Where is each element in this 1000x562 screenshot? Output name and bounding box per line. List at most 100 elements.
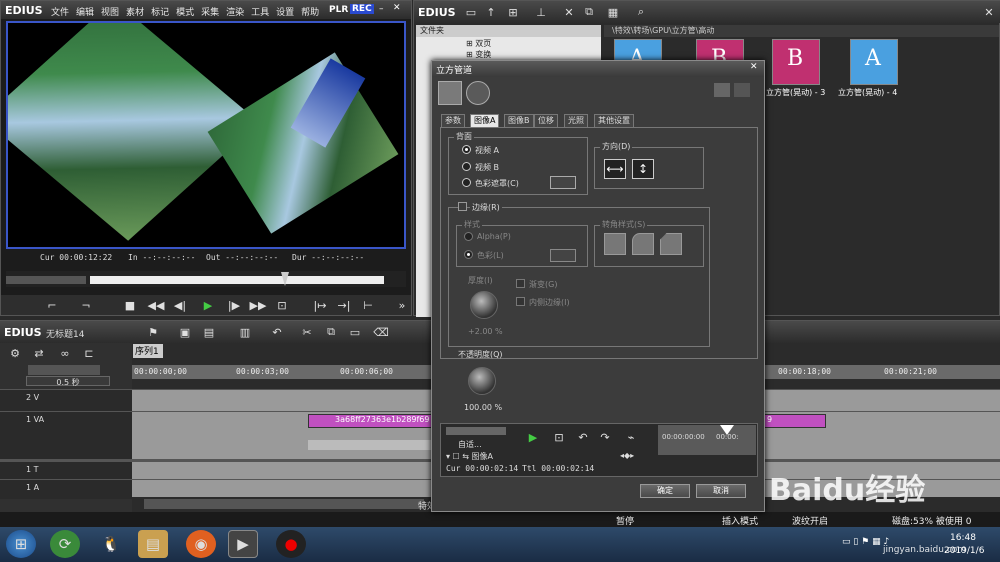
insert-icon[interactable]: |↦ [311, 297, 329, 313]
set-in-icon[interactable]: ⌐ [43, 297, 61, 313]
border-checkbox-label[interactable]: 边缘(R) [470, 202, 502, 213]
add-clip-icon[interactable]: ⊞ [504, 4, 522, 20]
save-icon[interactable]: ▥ [236, 324, 254, 340]
opacity-value[interactable]: 100.00 % [464, 403, 502, 412]
thickness-knob[interactable] [470, 291, 498, 319]
radio-video-a-label[interactable]: 视频 A [475, 145, 499, 156]
mode-icon[interactable]: ⚑ [144, 324, 162, 340]
fast-forward-icon[interactable]: ▶▶ [249, 297, 267, 313]
radio-alpha-label[interactable]: Alpha(P) [477, 232, 511, 241]
radio-color-matte-label[interactable]: 色彩遮罩(C) [475, 178, 519, 189]
zoom-slider[interactable] [28, 365, 100, 375]
rewind-icon[interactable]: ◀◀ [147, 297, 165, 313]
track-settings-icon[interactable]: ⚙ [6, 345, 24, 361]
tree-item[interactable]: ⊞ 变换 [466, 49, 491, 60]
kf-loop-icon[interactable]: ⊡ [550, 429, 568, 445]
firefox-icon[interactable]: ◉ [186, 530, 216, 558]
auto-select[interactable]: 自适... [458, 439, 482, 450]
step-forward-icon[interactable]: |▶ [225, 297, 243, 313]
timeline-scrollbar[interactable] [144, 499, 424, 509]
folder-icon[interactable]: ▭ [462, 4, 480, 20]
paste-icon[interactable]: ▭ [346, 324, 364, 340]
bevel-round-icon[interactable] [632, 233, 654, 255]
link-icon[interactable]: ∞ [56, 345, 74, 361]
status-ripple[interactable]: 波纹开启 [792, 514, 828, 527]
edius-task-icon[interactable]: ▶ [228, 530, 258, 558]
video-clip-tail[interactable]: 9 [764, 414, 826, 428]
image-a-track[interactable]: ▾ ☐ ⇆ 图像A [446, 451, 493, 462]
explorer-icon[interactable]: ▤ [138, 530, 168, 558]
record-icon[interactable]: ● [276, 530, 306, 558]
overwrite-icon[interactable]: →| [335, 297, 353, 313]
track-1t[interactable]: 1 T [0, 459, 132, 479]
thickness-value[interactable]: +2.00 % [468, 327, 503, 336]
browser-icon[interactable]: ⟳ [50, 530, 80, 558]
border-checkbox[interactable] [458, 202, 467, 211]
radio-video-b-label[interactable]: 视频 B [475, 162, 499, 173]
kf-graph-icon[interactable]: ⌁ [622, 429, 640, 445]
tab-lighting[interactable]: 光照 [564, 114, 588, 127]
shuttle-slider[interactable] [6, 276, 86, 284]
tab-image-b[interactable]: 图像B [504, 114, 534, 127]
copy-icon[interactable]: ⧉ [322, 324, 340, 340]
audio-clip[interactable] [308, 440, 432, 450]
minimize-icon[interactable]: – [379, 4, 384, 14]
rec-button[interactable]: REC [350, 4, 374, 14]
clock-time[interactable]: 16:48 [950, 533, 976, 543]
delete-clip-icon[interactable]: ⌫ [372, 324, 390, 340]
undo-icon[interactable]: ↶ [268, 324, 286, 340]
view-icon[interactable]: ▦ [604, 4, 622, 20]
sequence-tab[interactable]: 序列1 [133, 344, 163, 358]
tree-item[interactable]: ⊞ 双页 [466, 38, 491, 49]
dialog-close-icon[interactable]: ✕ [750, 62, 758, 72]
step-back-icon[interactable]: ◀| [171, 297, 189, 313]
paint-tool-icon[interactable] [438, 81, 462, 105]
reset-icon[interactable] [714, 83, 730, 97]
kf-ruler[interactable]: 00:00:00:00 00:00: [658, 425, 756, 455]
radio-color-matte[interactable] [462, 178, 471, 187]
gradient-checkbox-label[interactable]: 渐变(G) [529, 279, 557, 290]
tab-other[interactable]: 其他设置 [594, 114, 634, 127]
zoom-select[interactable]: 0.5 秒 [26, 376, 110, 387]
thumb-4[interactable]: A [850, 39, 898, 85]
loop-icon[interactable]: ⊡ [273, 297, 291, 313]
menu-tools[interactable]: 工具 [251, 5, 269, 18]
thumb-3[interactable]: B [772, 39, 820, 85]
kf-play-icon[interactable]: ▶ [524, 429, 542, 445]
cut-icon[interactable]: ✂ [298, 324, 316, 340]
menu-mode[interactable]: 模式 [176, 5, 194, 18]
add-to-timeline-icon[interactable]: ⊥ [532, 4, 550, 20]
new-sequence-icon[interactable]: ▣ [176, 324, 194, 340]
group-icon[interactable]: ⊏ [80, 345, 98, 361]
track-1va[interactable]: 1 VA [0, 411, 132, 459]
vertical-arrow-icon[interactable]: ↕ [632, 159, 654, 179]
menu-capture[interactable]: 采集 [201, 5, 219, 18]
menu-clip[interactable]: 素材 [126, 5, 144, 18]
radio-color[interactable] [464, 250, 473, 259]
bevel-square-icon[interactable] [604, 233, 626, 255]
opacity-knob[interactable] [468, 367, 496, 395]
start-orb-icon[interactable]: ⊞ [6, 530, 36, 558]
split-icon[interactable]: ⊢ [359, 297, 377, 313]
gradient-checkbox[interactable] [516, 279, 525, 288]
position-track[interactable] [90, 276, 384, 284]
tab-position[interactable]: 位移 [534, 114, 558, 127]
open-icon[interactable]: ▤ [200, 324, 218, 340]
menu-edit[interactable]: 编辑 [76, 5, 94, 18]
delete-icon[interactable]: ✕ [560, 4, 578, 20]
up-icon[interactable]: ↑ [482, 4, 500, 20]
kf-nav-icon[interactable]: ◂◆▸ [620, 451, 634, 460]
menu-settings[interactable]: 设置 [276, 5, 294, 18]
tab-image-a[interactable]: 图像A [470, 114, 500, 127]
inner-edge-checkbox[interactable] [516, 297, 525, 306]
menu-help[interactable]: 帮助 [301, 5, 319, 18]
menu-file[interactable]: 文件 [51, 5, 69, 18]
radio-alpha[interactable] [464, 232, 473, 241]
tab-parameters[interactable]: 参数 [441, 114, 465, 127]
preset-icon[interactable] [734, 83, 750, 97]
menu-render[interactable]: 渲染 [226, 5, 244, 18]
radio-video-b[interactable] [462, 162, 471, 171]
timer-tool-icon[interactable] [466, 81, 490, 105]
cancel-button[interactable]: 取消 [696, 484, 746, 498]
menu-marker[interactable]: 标记 [151, 5, 169, 18]
